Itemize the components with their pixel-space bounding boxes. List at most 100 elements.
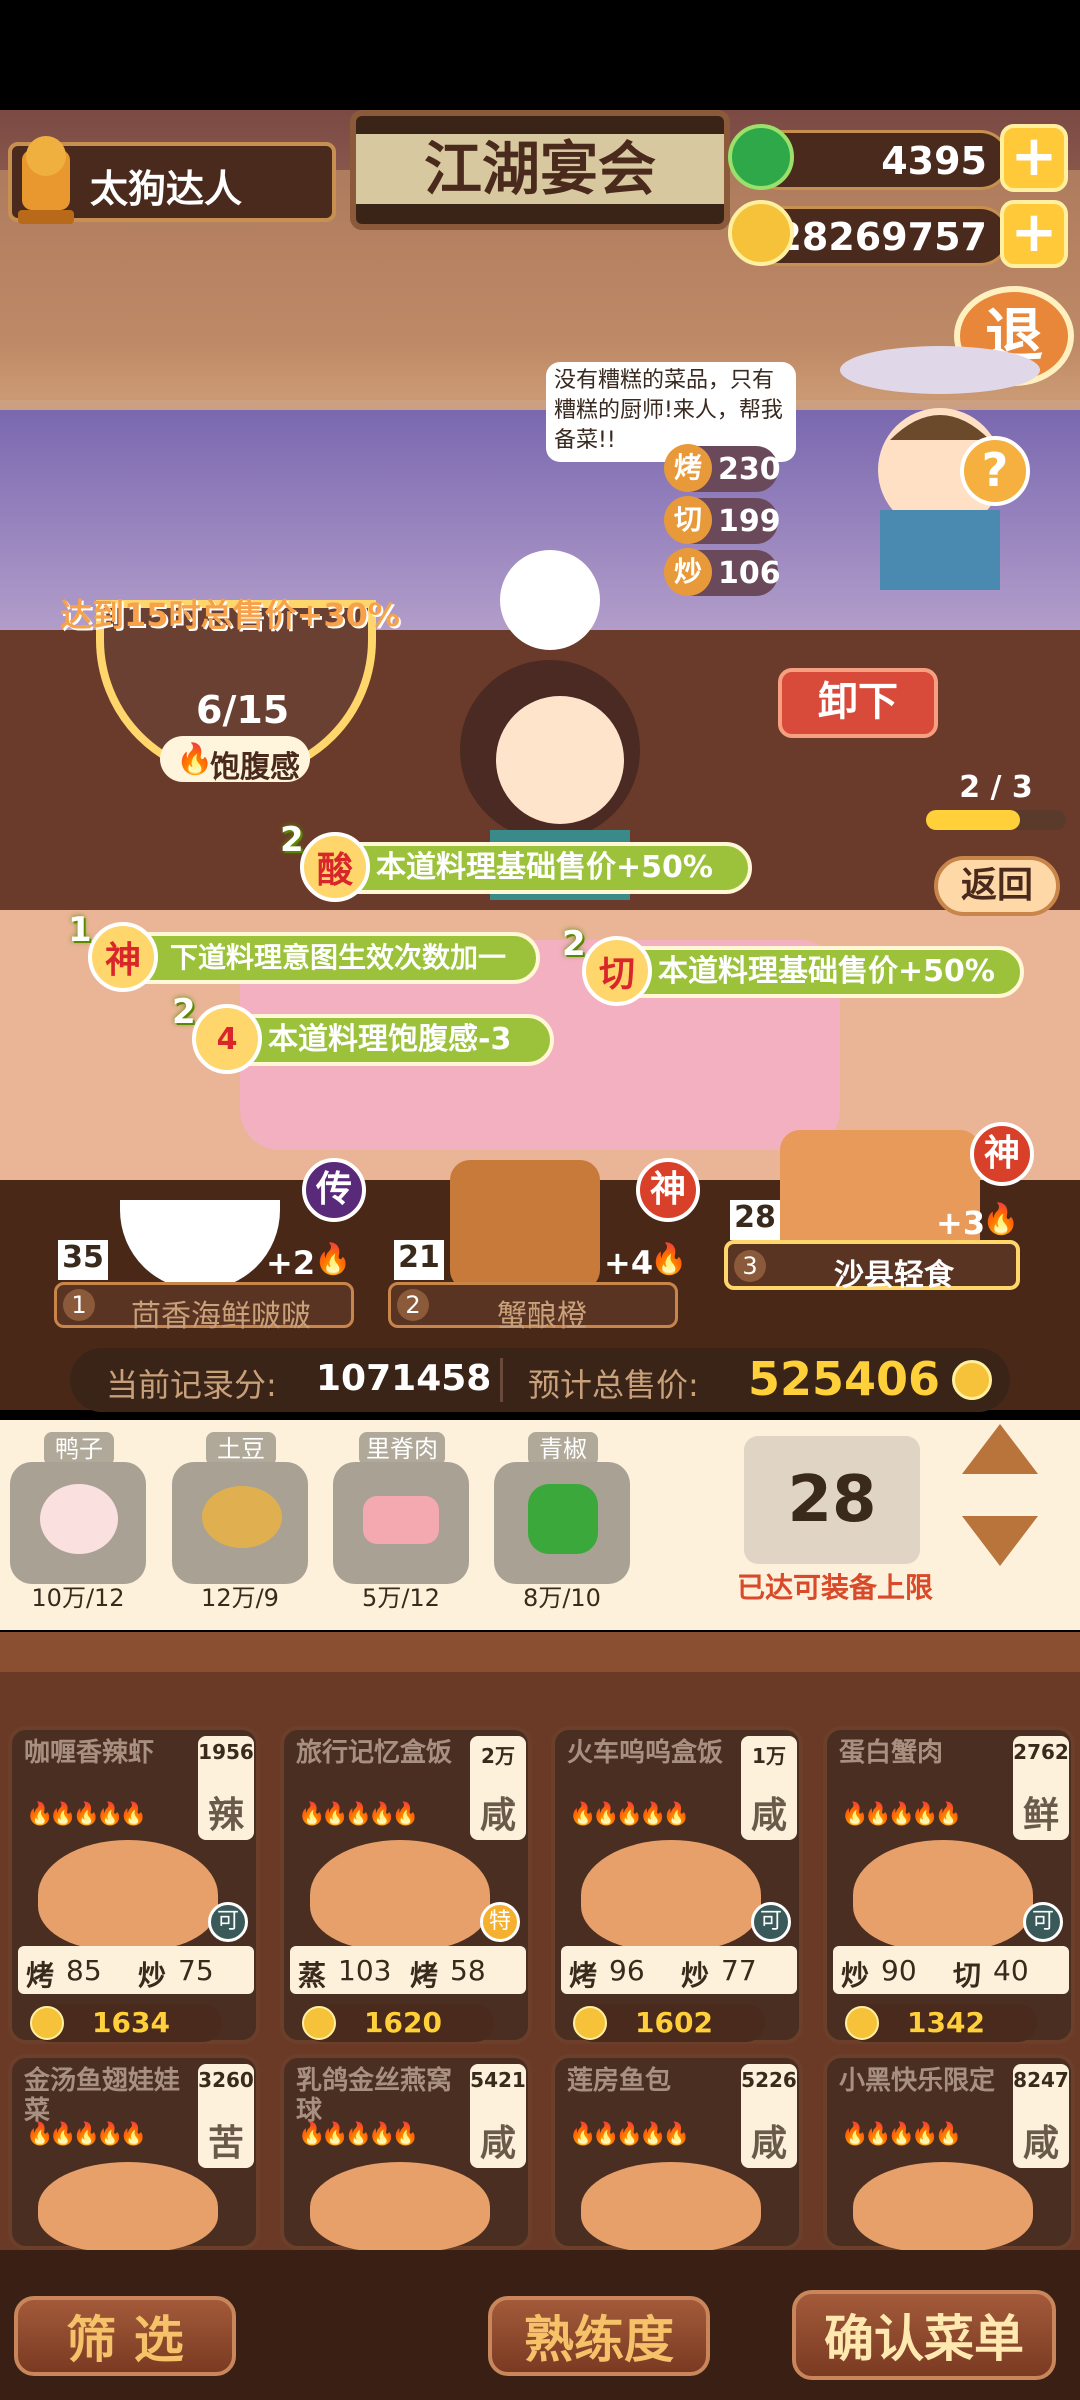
- plate-slot-1[interactable]: 传 35 +2 🔥 1 茴香海鲜啵啵: [40, 1158, 366, 1334]
- plate-dish-image: [450, 1160, 600, 1290]
- skill-1-name: 烤: [569, 1959, 598, 1992]
- stat-icon: 切: [664, 496, 712, 544]
- plate-grade-badge: 神: [636, 1158, 700, 1222]
- dish-taste: 咸: [750, 1795, 787, 1836]
- dish-card[interactable]: 金汤鱼翅娃娃菜 3260 苦 🔥🔥🔥🔥🔥: [8, 2054, 260, 2252]
- filter-button[interactable]: 筛 选: [14, 2296, 236, 2376]
- arrow-up-icon[interactable]: [962, 1424, 1038, 1474]
- unload-button[interactable]: 卸下: [778, 668, 938, 738]
- player-name: 太狗达人: [90, 167, 243, 211]
- dish-image: [38, 1840, 218, 1950]
- dish-taste: 辣: [207, 1795, 244, 1836]
- ingredient-name: 青椒: [528, 1432, 598, 1466]
- ingredient-tile: [333, 1462, 469, 1584]
- skill-2-name: 烤: [410, 1959, 439, 1992]
- confirm-menu-button[interactable]: 确认菜单: [792, 2290, 1056, 2380]
- plate-dish-image: [120, 1200, 280, 1290]
- flame-rating-icon: 🔥🔥🔥🔥🔥: [298, 2122, 419, 2147]
- add-coin-button[interactable]: +: [1000, 200, 1068, 268]
- buff-icon: 切: [582, 936, 652, 1006]
- back-button[interactable]: 返回: [934, 856, 1060, 916]
- skill-1-value: 85: [66, 1954, 102, 1987]
- dish-card[interactable]: 旅行记忆盒饭 2万 咸 🔥🔥🔥🔥🔥 特 蒸 103 烤 58 1620: [280, 1726, 532, 2044]
- ingredient-amount: 12万/9: [201, 1584, 279, 1612]
- flame-rating-icon: 🔥🔥🔥🔥🔥: [841, 1802, 962, 1827]
- ingredient-item[interactable]: 青椒 8万/10: [494, 1432, 630, 1612]
- dish-image: [38, 2162, 218, 2252]
- trophy-icon: [18, 136, 74, 224]
- ingredient-name: 鸭子: [44, 1432, 114, 1466]
- flame-rating-icon: 🔥🔥🔥🔥🔥: [26, 1802, 147, 1827]
- ingredient-item[interactable]: 土豆 12万/9: [172, 1432, 308, 1612]
- dish-name: 金汤鱼翅娃娃菜: [24, 2066, 181, 2126]
- ingredient-item[interactable]: 里脊肉 5万/12: [333, 1432, 469, 1612]
- dish-card[interactable]: 乳鸽金丝燕窝球 5421 咸 🔥🔥🔥🔥🔥: [280, 2054, 532, 2252]
- ingredient-item[interactable]: 鸭子 10万/12: [10, 1432, 146, 1612]
- help-button[interactable]: ?: [960, 436, 1030, 506]
- dish-image: [853, 1840, 1033, 1950]
- dish-count: 3260: [198, 2068, 254, 2092]
- equip-count: 28: [744, 1436, 920, 1564]
- add-jade-button[interactable]: +: [1000, 124, 1068, 192]
- stat-value: 199: [718, 504, 781, 539]
- buff-text: 本道料理基础售价+50%: [614, 946, 1024, 998]
- dish-count: 5226: [741, 2068, 797, 2092]
- plate-slot-2[interactable]: 神 21 +4 🔥 2 蟹酿橙: [380, 1158, 700, 1334]
- plate-name: 茴香海鲜啵啵: [131, 1299, 311, 1334]
- skill-2-name: 切: [953, 1959, 982, 1992]
- satiety-label: 饱腹感: [210, 750, 300, 785]
- plate-index: 1: [63, 1289, 95, 1321]
- proficiency-button[interactable]: 熟练度: [488, 2296, 710, 2376]
- dish-info-tag: 5421 咸: [470, 2064, 526, 2168]
- buff-count: 2: [280, 820, 304, 860]
- stat-icon: 烤: [664, 444, 712, 492]
- plate-bonus: +3: [936, 1204, 986, 1242]
- dish-card[interactable]: 咖喱香辣虾 1956 辣 🔥🔥🔥🔥🔥 可 烤 85 炒 75 1634: [8, 1726, 260, 2044]
- jade-count: 4395: [881, 139, 987, 183]
- player-name-panel[interactable]: 太狗达人: [8, 136, 336, 224]
- buff-text: 本道料理饱腹感-3: [224, 1014, 554, 1066]
- equip-limit-text: 已达可装备上限: [736, 1571, 933, 1604]
- record-label: 当前记录分:: [106, 1366, 277, 1404]
- dish-name: 莲房鱼包: [567, 2066, 672, 2096]
- dish-info-tag: 8247 咸: [1013, 2064, 1069, 2168]
- skill-1-name: 烤: [26, 1959, 55, 1992]
- dish-skills: 烤 96 炒 77: [561, 1946, 797, 1994]
- ingredient-tile: [10, 1462, 146, 1584]
- plate-slot-3[interactable]: 神 28 +3 🔥 3 沙县轻食: [720, 1122, 1034, 1330]
- flame-icon: 🔥: [982, 1202, 1020, 1237]
- skill-2-name: 炒: [681, 1959, 710, 1992]
- ingredient-tile: [494, 1462, 630, 1584]
- arrow-down-icon[interactable]: [962, 1516, 1038, 1566]
- dish-taste: 苦: [207, 2123, 244, 2164]
- plate-index: 2: [397, 1289, 429, 1321]
- plate-count: 35: [58, 1240, 108, 1280]
- skill-1-name: 炒: [841, 1959, 870, 1992]
- dish-name: 火车呜呜盒饭: [567, 1738, 724, 1768]
- flame-rating-icon: 🔥🔥🔥🔥🔥: [569, 2122, 690, 2147]
- skill-2-value: 77: [721, 1954, 757, 1987]
- chef-progress-bar: [926, 810, 1066, 830]
- grid-top-strip: [0, 1632, 1080, 1672]
- dish-card[interactable]: 莲房鱼包 5226 咸 🔥🔥🔥🔥🔥: [551, 2054, 803, 2252]
- plate-bonus: +4: [604, 1244, 654, 1282]
- dish-price-pill: 1620: [302, 2004, 494, 2042]
- ingredient-amount: 5万/12: [362, 1584, 440, 1612]
- dish-count: 1万: [752, 1744, 786, 1768]
- dish-card[interactable]: 小黑快乐限定 8247 咸 🔥🔥🔥🔥🔥: [823, 2054, 1075, 2252]
- skill-2-name: 炒: [138, 1959, 167, 1992]
- satiety-label-pill: 🔥 饱腹感: [160, 736, 310, 785]
- dish-card[interactable]: 火车呜呜盒饭 1万 咸 🔥🔥🔥🔥🔥 可 烤 96 炒 77 1602: [551, 1726, 803, 2044]
- dish-count: 2762: [1013, 1740, 1069, 1764]
- plate-label: 1 茴香海鲜啵啵: [54, 1282, 354, 1334]
- dish-card[interactable]: 蛋白蟹肉 2762 鲜 🔥🔥🔥🔥🔥 可 炒 90 切 40 1342: [823, 1726, 1075, 2044]
- dish-image: [310, 2162, 490, 2252]
- coin-count: 28269757: [775, 215, 987, 259]
- ingredient-amount: 10万/12: [31, 1584, 125, 1612]
- dish-info-tag: 2762 鲜: [1013, 1736, 1069, 1840]
- flame-icon: 🔥: [650, 1242, 688, 1277]
- record-value: 1071458: [316, 1358, 492, 1399]
- dish-info-tag: 1956 辣: [198, 1736, 254, 1840]
- plate-grade-badge: 传: [302, 1158, 366, 1222]
- buff-count: 2: [562, 924, 586, 964]
